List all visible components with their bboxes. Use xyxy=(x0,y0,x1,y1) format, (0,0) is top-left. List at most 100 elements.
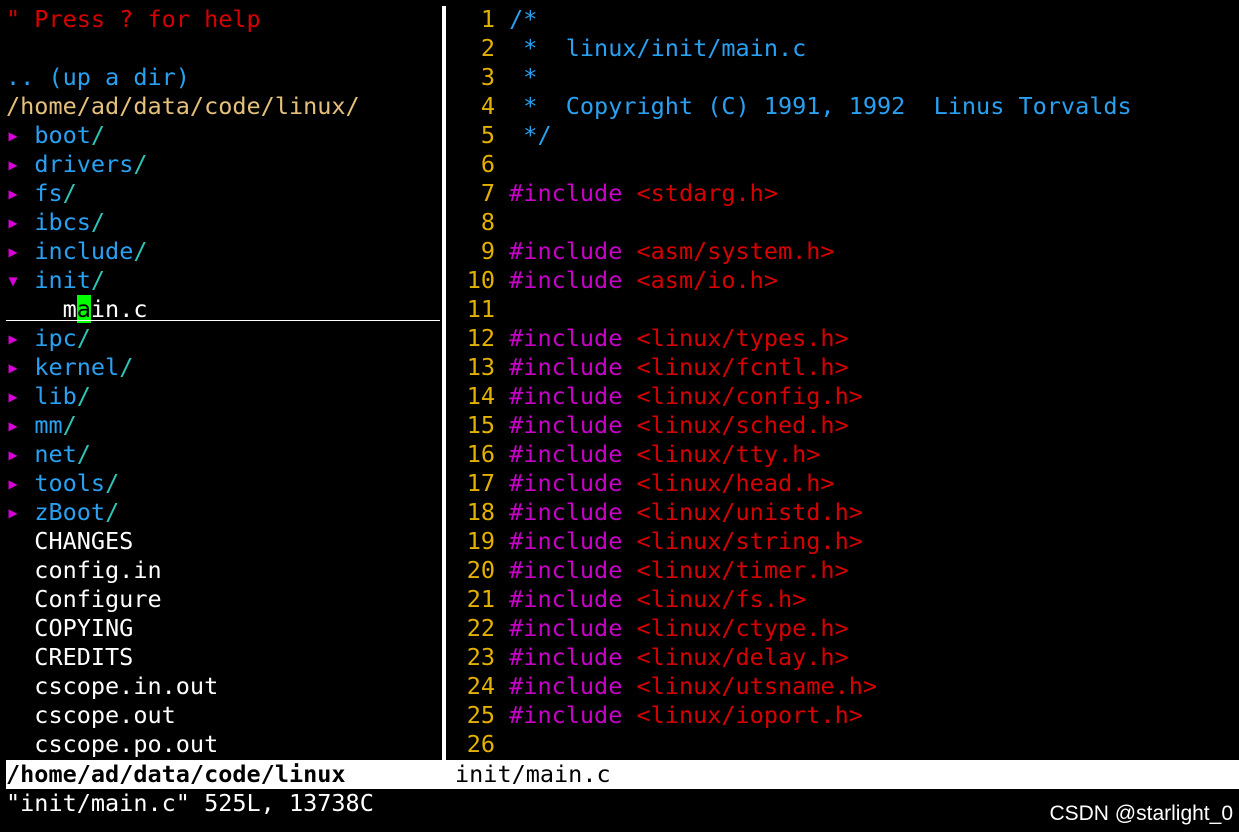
editor-pane[interactable]: 1 /* 2 * linux/init/main.c 3 * 4 * Copyrigh… xyxy=(453,0,1239,760)
tree-dir-ipc[interactable]: ▸ ipc/ xyxy=(6,324,91,353)
collapsed-arrow-icon[interactable]: ▸ xyxy=(6,411,20,439)
collapsed-arrow-icon[interactable]: ▸ xyxy=(6,237,20,265)
code-line[interactable]: 19 #include <linux/string.h> xyxy=(453,527,863,556)
line-number: 26 xyxy=(466,730,495,758)
include-keyword: #include xyxy=(509,498,623,526)
command-line[interactable]: "init/main.c" 525L, 13738C xyxy=(6,789,374,818)
include-keyword: #include xyxy=(509,237,623,265)
line-number: 19 xyxy=(466,527,495,555)
code-line[interactable]: 9 #include <asm/system.h> xyxy=(453,237,835,266)
tree-file[interactable]: CREDITS xyxy=(6,643,133,672)
code-line[interactable]: 26 xyxy=(453,730,509,759)
tree-file[interactable]: CHANGES xyxy=(6,527,133,556)
collapsed-arrow-icon[interactable]: ▸ xyxy=(6,469,20,497)
tree-file[interactable]: Configure xyxy=(6,585,161,614)
code-line[interactable]: 15 #include <linux/sched.h> xyxy=(453,411,849,440)
tree-file-label: cscope.po.out xyxy=(34,730,219,758)
collapsed-arrow-icon[interactable]: ▸ xyxy=(6,382,20,410)
tree-dir-label: fs xyxy=(34,179,63,207)
line-number: 1 xyxy=(480,5,495,33)
line-number: 16 xyxy=(466,440,495,468)
tree-dir-tools[interactable]: ▸ tools/ xyxy=(6,469,119,498)
tree-dir-fs[interactable]: ▸ fs/ xyxy=(6,179,77,208)
tree-dir-label: kernel xyxy=(34,353,120,381)
vertical-split-divider[interactable] xyxy=(441,6,453,760)
code-line[interactable]: 20 #include <linux/timer.h> xyxy=(453,556,849,585)
dir-slash: / xyxy=(76,324,91,352)
dir-slash: / xyxy=(76,382,91,410)
code-line[interactable]: 16 #include <linux/tty.h> xyxy=(453,440,821,469)
tree-dir-mm[interactable]: ▸ mm/ xyxy=(6,411,77,440)
code-line[interactable]: 24 #include <linux/utsname.h> xyxy=(453,672,877,701)
tree-dir-net[interactable]: ▸ net/ xyxy=(6,440,91,469)
tree-file[interactable]: config.in xyxy=(6,556,161,585)
collapsed-arrow-icon[interactable]: ▸ xyxy=(6,208,20,236)
code-line[interactable]: 6 xyxy=(453,150,509,179)
include-keyword: #include xyxy=(509,324,623,352)
up-dir-link[interactable]: .. (up a dir) xyxy=(6,63,190,92)
collapsed-arrow-icon[interactable]: ▸ xyxy=(6,440,20,468)
collapsed-arrow-icon[interactable]: ▸ xyxy=(6,498,20,526)
code-line[interactable]: 13 #include <linux/fcntl.h> xyxy=(453,353,849,382)
include-keyword: #include xyxy=(509,353,623,381)
dir-slash: / xyxy=(133,237,148,265)
tree-dir-label: zBoot xyxy=(34,498,106,526)
code-line[interactable]: 18 #include <linux/unistd.h> xyxy=(453,498,863,527)
code-line[interactable]: 17 #include <linux/head.h> xyxy=(453,469,835,498)
code-line[interactable]: 21 #include <linux/fs.h> xyxy=(453,585,807,614)
code-line[interactable]: 22 #include <linux/ctype.h> xyxy=(453,614,849,643)
line-number: 2 xyxy=(480,34,495,62)
code-line[interactable]: 14 #include <linux/config.h> xyxy=(453,382,863,411)
include-header: <linux/types.h> xyxy=(636,324,849,352)
include-keyword: #include xyxy=(509,440,623,468)
collapsed-arrow-icon[interactable]: ▸ xyxy=(6,150,20,178)
tree-dir-include[interactable]: ▸ include/ xyxy=(6,237,148,266)
code-line[interactable]: 8 xyxy=(453,208,509,237)
collapsed-arrow-icon[interactable]: ▸ xyxy=(6,121,20,149)
include-header: <linux/fs.h> xyxy=(636,585,807,613)
code-line[interactable]: 11 xyxy=(453,295,509,324)
code-comment: * linux/init/main.c xyxy=(509,34,807,62)
tree-file[interactable]: cscope.out xyxy=(6,701,176,730)
tree-dir-boot[interactable]: ▸ boot/ xyxy=(6,121,105,150)
line-number: 11 xyxy=(466,295,495,323)
include-header: <asm/io.h> xyxy=(636,266,778,294)
code-line[interactable]: 12 #include <linux/types.h> xyxy=(453,324,849,353)
code-line[interactable]: 1 /* xyxy=(453,5,538,34)
tree-dir-lib[interactable]: ▸ lib/ xyxy=(6,382,91,411)
cursor-line xyxy=(6,320,440,321)
line-number: 10 xyxy=(466,266,495,294)
dir-slash: / xyxy=(90,208,106,236)
tree-dir-kernel[interactable]: ▸ kernel/ xyxy=(6,353,133,382)
tree-dir-label: net xyxy=(34,440,77,468)
code-line[interactable]: 3 * xyxy=(453,63,538,92)
include-header: <stdarg.h> xyxy=(636,179,778,207)
code-line[interactable]: 5 */ xyxy=(453,121,552,150)
tree-dir-drivers[interactable]: ▸ drivers/ xyxy=(6,150,148,179)
code-line[interactable]: 4 * Copyright (C) 1991, 1992 Linus Torva… xyxy=(453,92,1132,121)
include-header: <linux/tty.h> xyxy=(636,440,821,468)
nerdtree-pane[interactable]: " Press ? for help .. (up a dir) /home/a… xyxy=(0,0,440,760)
collapsed-arrow-icon[interactable]: ▸ xyxy=(6,353,20,381)
code-line[interactable]: 23 #include <linux/delay.h> xyxy=(453,643,849,672)
line-number: 3 xyxy=(480,63,495,91)
collapsed-arrow-icon[interactable]: ▸ xyxy=(6,324,20,352)
line-number: 20 xyxy=(466,556,495,584)
tree-file[interactable]: cscope.in.out xyxy=(6,672,218,701)
tree-file[interactable]: COPYING xyxy=(6,614,133,643)
tree-file[interactable]: cscope.po.out xyxy=(6,730,218,759)
expanded-arrow-icon[interactable]: ▾ xyxy=(6,266,20,294)
tree-dir-ibcs[interactable]: ▸ ibcs/ xyxy=(6,208,105,237)
root-path[interactable]: /home/ad/data/code/linux/ xyxy=(6,92,360,121)
code-line[interactable]: 10 #include <asm/io.h> xyxy=(453,266,778,295)
code-line[interactable]: 7 #include <stdarg.h> xyxy=(453,179,778,208)
collapsed-arrow-icon[interactable]: ▸ xyxy=(6,179,20,207)
tree-file-label: cscope.out xyxy=(34,701,176,729)
tree-dir-init[interactable]: ▾ init/ xyxy=(6,266,105,295)
watermark: CSDN @starlight_0 xyxy=(1049,802,1233,825)
code-line[interactable]: 25 #include <linux/ioport.h> xyxy=(453,701,863,730)
dir-slash: / xyxy=(133,150,148,178)
tree-dir-zboot[interactable]: ▸ zBoot/ xyxy=(6,498,119,527)
line-number: 25 xyxy=(466,701,495,729)
code-line[interactable]: 2 * linux/init/main.c xyxy=(453,34,806,63)
